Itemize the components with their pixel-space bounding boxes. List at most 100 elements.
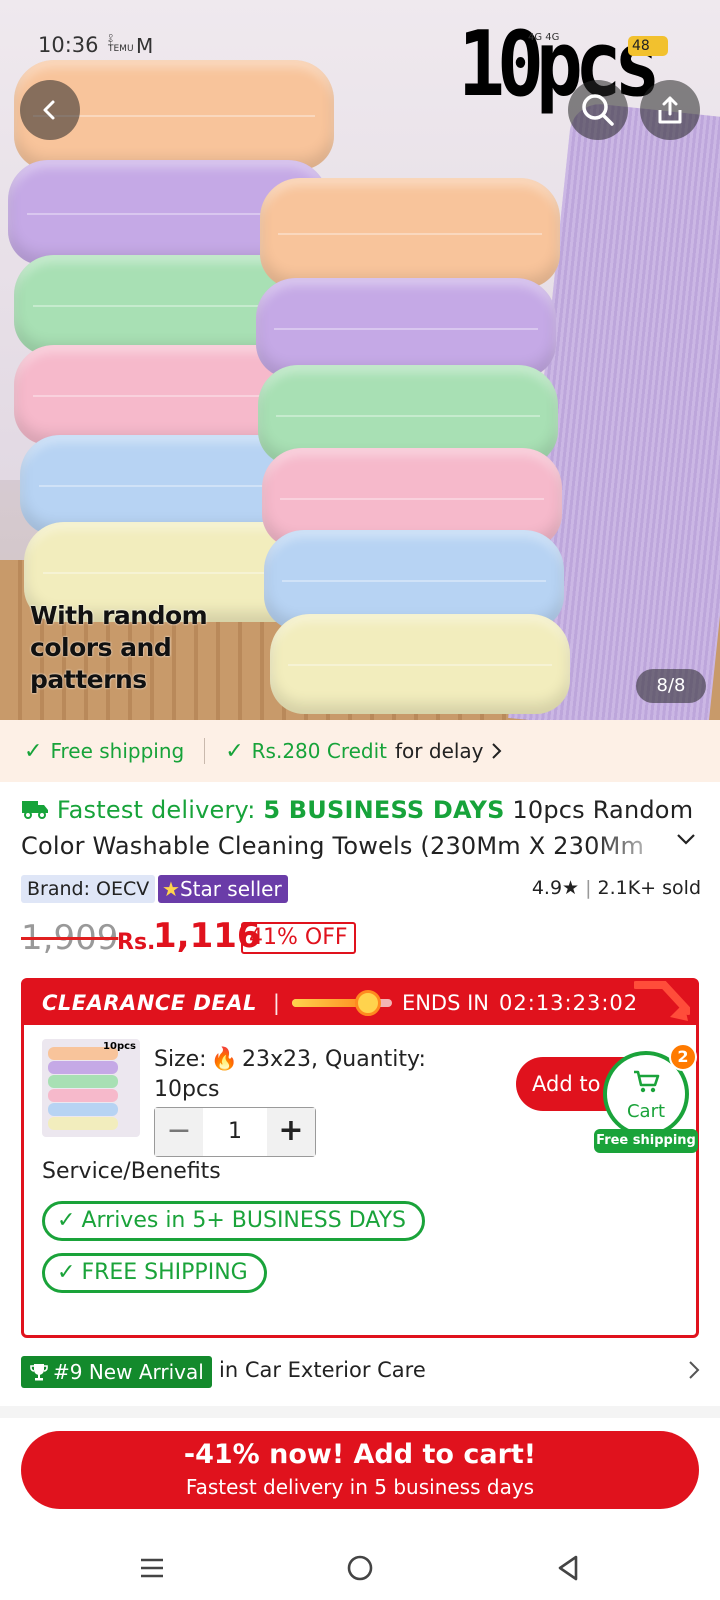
thumb-stripe	[48, 1061, 118, 1074]
benefits-strip[interactable]: ✓ Free shipping ✓ Rs.280 Credit for dela…	[0, 720, 720, 782]
quantity-value: 10pcs	[154, 1077, 220, 1102]
fastest-delivery-label: Fastest delivery:	[56, 796, 264, 824]
check-icon: ✓	[24, 738, 43, 764]
rating-summary[interactable]: 4.9★ | 2.1K+ sold	[532, 877, 701, 899]
brand-badge[interactable]: Brand: OECV	[21, 875, 156, 903]
size-value: 23x23, Quantity:	[241, 1047, 426, 1072]
title-text-start: 10pcs Random	[504, 796, 694, 824]
search-icon	[582, 94, 614, 126]
currency-prefix: Rs.	[117, 930, 156, 955]
star-seller-icon: ★	[162, 877, 180, 901]
size-label: Size:	[154, 1047, 207, 1072]
clearance-title: CLEARANCE DEAL	[42, 991, 257, 1015]
thumb-pack-size: 10pcs	[103, 1041, 136, 1052]
ranking-row[interactable]: #9 New Arrival in Car Exterior Care	[21, 1356, 701, 1390]
check-icon: ✓	[57, 1208, 76, 1233]
service-benefits-title: Service/Benefits	[42, 1159, 221, 1184]
divider	[204, 738, 206, 764]
check-icon: ✓	[225, 738, 244, 764]
increase-quantity-button[interactable]: +	[267, 1108, 315, 1156]
product-thumbnail[interactable]: 10pcs	[42, 1039, 140, 1137]
check-icon: ✓	[57, 1260, 76, 1285]
fastest-delivery-days: 5 BUSINESS DAYS	[263, 796, 505, 824]
clearance-header: CLEARANCE DEAL | ENDS IN 02:13:23:02	[24, 981, 696, 1025]
arrives-pill: ✓ Arrives in 5+ BUSINESS DAYS	[42, 1201, 426, 1241]
back-triangle-icon	[558, 1555, 578, 1581]
star-seller-label: Star seller	[179, 877, 282, 901]
search-button[interactable]	[568, 80, 628, 140]
home-circle-icon	[347, 1555, 373, 1581]
cart-icon	[634, 1070, 660, 1093]
product-image-carousel[interactable]: 10pcs With random colors and patterns 10…	[0, 0, 720, 720]
battery-icon: 48	[628, 36, 668, 56]
credit-amount: Rs.280 Credit	[251, 739, 388, 763]
section-divider	[0, 1406, 720, 1418]
clock-icon	[354, 990, 381, 1016]
free-shipping-pill-label: FREE SHIPPING	[81, 1260, 248, 1285]
badges-row: Brand: OECV ★Star seller 4.9★ | 2.1K+ sold	[21, 875, 701, 905]
menu-icon	[141, 1558, 163, 1578]
cart-free-shipping-tag: Free shipping	[594, 1129, 698, 1153]
arrow-down-right-icon	[634, 981, 690, 1021]
cart-count-badge: 2	[669, 1043, 697, 1071]
cta-main-label: -41% now! Add to cart!	[183, 1439, 537, 1470]
add-to-cart-cta-button[interactable]: -41% now! Add to cart! Fastest delivery …	[21, 1431, 699, 1509]
quantity-input[interactable]: 1	[203, 1108, 267, 1156]
flame-icon: 🔥	[210, 1047, 238, 1072]
variant-selection[interactable]: Size: 🔥 23x23, Quantity: 10pcs	[154, 1045, 474, 1105]
nav-menu-button[interactable]	[132, 1548, 172, 1588]
countdown-timer: 02:13:23:02	[499, 991, 639, 1015]
ranking-badge: #9 New Arrival	[21, 1356, 212, 1388]
decrease-quantity-button[interactable]: −	[155, 1108, 203, 1156]
chevron-right-icon	[689, 1361, 700, 1379]
back-button[interactable]	[20, 80, 80, 140]
thumb-stripe	[48, 1089, 118, 1102]
ranking-category: in Car Exterior Care	[219, 1358, 426, 1382]
clearance-deal-panel: CLEARANCE DEAL | ENDS IN 02:13:23:02 10p…	[21, 978, 699, 1338]
thumb-stripe	[48, 1103, 118, 1116]
ranking-badge-label: #9 New Arrival	[53, 1360, 204, 1384]
clearance-divider: |	[272, 991, 280, 1015]
ends-in-label: ENDS IN	[401, 991, 490, 1015]
quantity-stepper: − 1 +	[154, 1107, 316, 1157]
image-towel-roll	[256, 278, 556, 378]
star-seller-badge[interactable]: ★Star seller	[158, 875, 288, 903]
rating-divider: |	[585, 877, 592, 899]
image-towel-roll	[270, 614, 570, 714]
image-caption: With random colors and patterns	[30, 601, 208, 694]
status-time: 10:36	[38, 33, 99, 57]
network-indicator: 4G 4G	[528, 32, 560, 43]
free-shipping-pill: ✓ FREE SHIPPING	[42, 1253, 267, 1293]
trophy-icon	[30, 1364, 48, 1381]
image-counter: 8/8	[636, 669, 706, 703]
delivery-truck-icon	[22, 801, 48, 819]
arrives-label: Arrives in 5+ BUSINESS DAYS	[81, 1208, 407, 1233]
system-navigation-bar	[0, 1530, 720, 1600]
rating-star-icon: ★	[562, 877, 580, 899]
status-app-line2: TEMU	[108, 44, 134, 54]
free-shipping-label: Free shipping	[50, 739, 185, 763]
share-icon	[658, 96, 682, 124]
credit-suffix: for delay	[395, 739, 484, 763]
deal-progress-bar	[291, 990, 392, 1016]
product-title[interactable]: Fastest delivery: 5 BUSINESS DAYS 10pcs …	[21, 792, 693, 864]
chevron-left-icon	[43, 100, 55, 120]
discount-badge: 41% OFF	[241, 922, 356, 954]
rating-value: 4.9	[531, 877, 563, 899]
image-towel-roll	[260, 178, 560, 288]
cart-label: Cart	[626, 1101, 666, 1122]
cta-sub-label: Fastest delivery in 5 business days	[185, 1475, 535, 1499]
title-line1: Fastest delivery: 5 BUSINESS DAYS 10pcs …	[21, 792, 693, 828]
status-app-notification: နိ TEMU	[108, 36, 134, 54]
title-line2: Color Washable Cleaning Towels (230Mm X …	[21, 832, 645, 860]
thumb-stripe	[48, 1075, 118, 1088]
thumb-stripe	[48, 1117, 118, 1130]
nav-back-button[interactable]	[548, 1548, 588, 1588]
original-price: 1,909	[21, 918, 119, 958]
nav-home-button[interactable]	[340, 1548, 380, 1588]
expand-title-chevron-icon[interactable]	[676, 832, 696, 846]
sold-count: 2.1K+ sold	[597, 877, 702, 899]
chevron-right-icon	[491, 743, 501, 759]
share-button[interactable]	[640, 80, 700, 140]
mail-icon: M	[136, 34, 154, 58]
